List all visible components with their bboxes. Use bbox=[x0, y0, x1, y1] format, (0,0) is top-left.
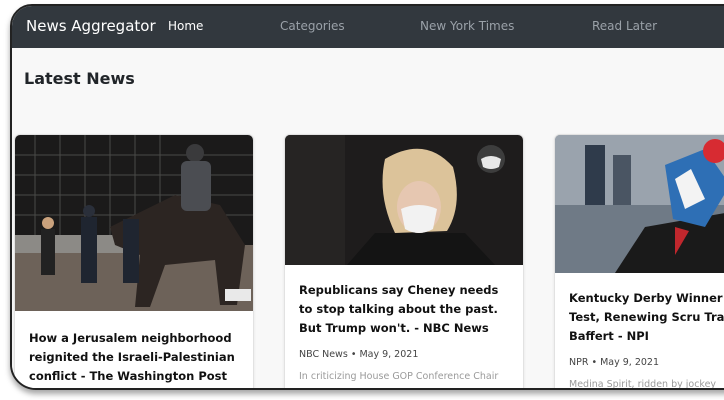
card-meta: NPR • May 9, 2021 bbox=[569, 357, 659, 368]
card-title[interactable]: Kentucky Derby Winner F Drug Test, Renew… bbox=[569, 289, 724, 346]
news-card[interactable]: Republicans say Cheney needs to stop tal… bbox=[284, 134, 524, 388]
nav-new-york-times[interactable]: New York Times bbox=[420, 19, 514, 33]
meta-separator: • bbox=[591, 357, 601, 368]
nav-home[interactable]: Home bbox=[168, 19, 203, 33]
card-source: NBC News bbox=[299, 349, 348, 360]
top-navbar: News Aggregator Home Categories New York… bbox=[12, 6, 724, 48]
card-description: Medina Spirit, ridden by jockey bbox=[569, 379, 717, 390]
card-title[interactable]: How a Jerusalem neighborhood reignited t… bbox=[29, 329, 241, 386]
card-meta: NBC News • May 9, 2021 bbox=[299, 349, 418, 360]
main-content: Latest News How a Jerusalem neighborhood… bbox=[12, 48, 724, 388]
news-card[interactable]: Kentucky Derby Winner F Drug Test, Renew… bbox=[554, 134, 724, 390]
woman-with-mask-photo[interactable] bbox=[285, 135, 523, 265]
card-description: In criticizing House GOP Conference Chai… bbox=[299, 371, 499, 382]
brand-title[interactable]: News Aggregator bbox=[26, 17, 156, 35]
jockey-horse-photo[interactable] bbox=[555, 135, 724, 273]
nav-categories[interactable]: Categories bbox=[280, 19, 345, 33]
mounted-police-photo[interactable] bbox=[15, 135, 253, 311]
card-date: May 9, 2021 bbox=[359, 349, 419, 360]
browser-window: News Aggregator Home Categories New York… bbox=[10, 4, 724, 390]
page-title: Latest News bbox=[24, 69, 135, 88]
nav-read-later[interactable]: Read Later bbox=[592, 19, 657, 33]
news-card[interactable]: How a Jerusalem neighborhood reignited t… bbox=[14, 134, 254, 388]
card-source: NPR bbox=[569, 357, 589, 368]
card-date: May 9, 2021 bbox=[600, 357, 660, 368]
card-title[interactable]: Republicans say Cheney needs to stop tal… bbox=[299, 281, 511, 338]
